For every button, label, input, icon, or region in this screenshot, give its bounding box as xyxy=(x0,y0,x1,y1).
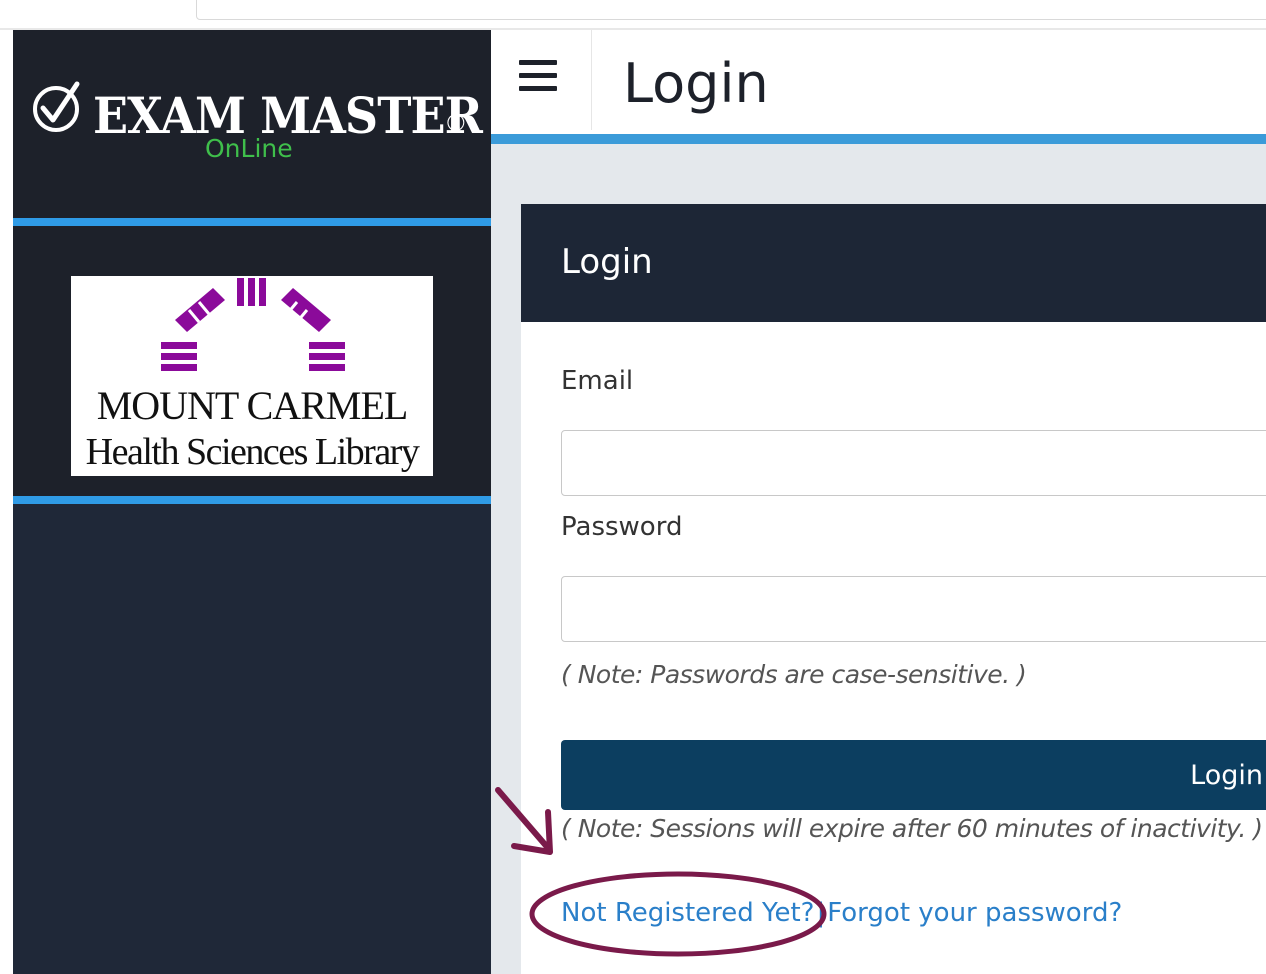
login-card: Login Email Password ( Note: Passwords a… xyxy=(521,204,1266,974)
browser-chrome xyxy=(0,0,1266,30)
institution-library: Health Sciences Library xyxy=(85,431,420,473)
brand-logo[interactable]: EXAM MASTER ® OnLine xyxy=(13,30,491,218)
registered-mark: ® xyxy=(447,110,465,137)
main-content: Login Email Password ( Note: Passwords a… xyxy=(491,144,1266,974)
page-title: Login xyxy=(623,52,769,115)
register-link[interactable]: Not Registered Yet? xyxy=(561,898,814,928)
email-label: Email xyxy=(561,366,634,396)
check-circle-icon xyxy=(33,81,80,132)
forgot-password-link[interactable]: Forgot your password? xyxy=(827,898,1122,928)
arch-logo-icon xyxy=(161,278,345,371)
session-note: ( Note: Sessions will expire after 60 mi… xyxy=(561,814,1263,843)
sidebar-divider xyxy=(13,496,491,504)
link-separator: | xyxy=(816,898,826,928)
institution-name: MOUNT CARMEL xyxy=(96,383,409,428)
sidebar-divider xyxy=(13,218,491,226)
password-note: ( Note: Passwords are case-sensitive. ) xyxy=(561,660,1027,689)
institution-panel: MOUNT CARMEL Health Sciences Library xyxy=(13,226,491,496)
header-accent-bar xyxy=(491,134,1266,144)
email-input[interactable] xyxy=(561,430,1266,496)
password-label: Password xyxy=(561,512,683,542)
login-button[interactable]: Login xyxy=(561,740,1266,810)
sidebar: EXAM MASTER ® OnLine MOUNT CARMEL Health… xyxy=(13,30,491,974)
brand-subtitle: OnLine xyxy=(205,134,293,163)
top-header: Login xyxy=(491,30,1266,134)
login-card-title: Login xyxy=(561,242,653,282)
address-bar[interactable] xyxy=(196,0,1266,20)
password-input[interactable] xyxy=(561,576,1266,642)
page: EXAM MASTER ® OnLine MOUNT CARMEL Health… xyxy=(0,0,1266,974)
institution-logo: MOUNT CARMEL Health Sciences Library xyxy=(71,276,433,476)
account-links: Not Registered Yet?|Forgot your password… xyxy=(561,898,1122,928)
hamburger-menu-icon[interactable] xyxy=(519,60,563,100)
login-card-header: Login xyxy=(521,204,1266,322)
